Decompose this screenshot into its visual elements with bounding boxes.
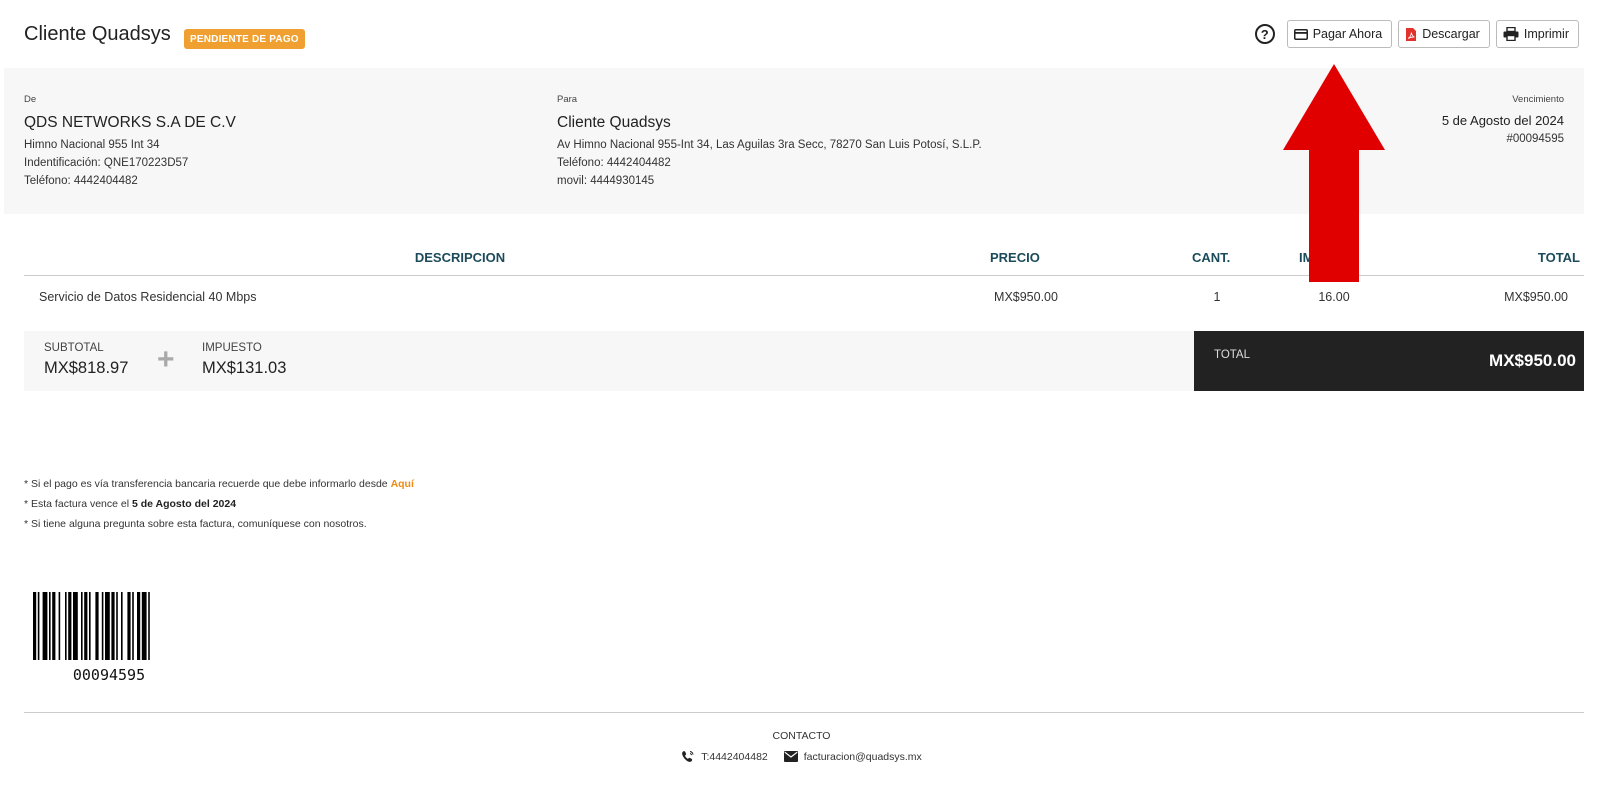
- note-due-text: * Esta factura vence el: [24, 498, 132, 510]
- note-transfer: * Si el pago es vía transferencia bancar…: [24, 474, 414, 494]
- barcode-bar: [33, 592, 37, 660]
- tax-value: MX$131.03: [202, 359, 287, 377]
- client-phone: Teléfono: 4442404482: [557, 157, 671, 169]
- download-label: Descargar: [1422, 27, 1480, 41]
- header-total: TOTAL: [1537, 250, 1580, 265]
- client-mobile: movil: 4444930145: [557, 175, 655, 187]
- grand-total-block: TOTAL MX$950.00: [1194, 331, 1584, 391]
- row-tax: 16.00: [1318, 290, 1350, 304]
- barcode-bar: [52, 592, 56, 660]
- phone-icon: [682, 751, 694, 762]
- barcode: [33, 592, 150, 660]
- due-date: 5 de Agosto del 2024: [1441, 113, 1564, 128]
- barcode-bar: [141, 592, 147, 660]
- barcode-bar: [81, 592, 83, 660]
- issuer-address: Himno Nacional 955 Int 34: [24, 139, 160, 151]
- barcode-bar: [137, 592, 141, 660]
- barcode-bar: [89, 592, 91, 660]
- barcode-bar: [84, 592, 88, 660]
- barcode-bar: [49, 592, 51, 660]
- footer-title: CONTACTO: [772, 730, 831, 742]
- plus-icon: +: [157, 343, 175, 376]
- action-bar: ? Pagar Ahora Descargar Imprimir: [1254, 20, 1579, 48]
- row-total: MX$950.00: [1504, 290, 1568, 304]
- due-label: Vencimiento: [1512, 94, 1564, 105]
- pdf-file-icon: [1406, 27, 1417, 41]
- header-price: PRECIO: [990, 250, 1040, 265]
- tax-label: IMPUESTO: [202, 342, 262, 354]
- issuer-name: QDS NETWORKS S.A DE C.V: [24, 114, 236, 131]
- barcode-bar: [65, 592, 67, 660]
- print-label: Imprimir: [1523, 27, 1569, 41]
- row-price: MX$950.00: [994, 290, 1058, 304]
- issuer-phone: Teléfono: 4442404482: [24, 175, 138, 187]
- arrow-shape: [1283, 64, 1385, 282]
- invoice-number: #00094595: [1506, 133, 1564, 145]
- subtotal-block: SUBTOTAL MX$818.97: [44, 341, 128, 378]
- note-questions: * Si tiene alguna pregunta sobre esta fa…: [24, 518, 367, 530]
- barcode-number: 00094595: [72, 666, 146, 684]
- issuer-id: Indentificación: QNE170223D57: [24, 157, 189, 169]
- envelope-icon: [783, 751, 798, 762]
- footer-contact: T:4442404482 facturacion@quadsys.mx: [0, 750, 1603, 763]
- note-transfer-text: * Si el pago es vía transferencia bancar…: [24, 478, 391, 490]
- contact-phone-text: T:4442404482: [701, 750, 768, 763]
- row-description: Servicio de Datos Residencial 40 Mbps: [39, 290, 257, 304]
- print-button[interactable]: Imprimir: [1495, 20, 1579, 48]
- help-icon[interactable]: ?: [1254, 24, 1275, 44]
- header-description: DESCRIPCION: [414, 250, 506, 265]
- printer-icon: [1503, 27, 1519, 41]
- subtotal-label: SUBTOTAL: [44, 342, 104, 354]
- note-due: * Esta factura vence el 5 de Agosto del …: [24, 494, 414, 514]
- download-button[interactable]: Descargar: [1398, 20, 1490, 48]
- barcode-bar: [73, 592, 78, 660]
- client-name: Cliente Quadsys: [557, 114, 671, 131]
- subtotal-value: MX$818.97: [44, 359, 129, 377]
- credit-card-icon: [1293, 28, 1308, 40]
- client-label: Para: [557, 94, 578, 105]
- barcode-bar: [127, 592, 131, 660]
- invoice-header: Cliente Quadsys PENDIENTE DE PAGO ? Paga…: [24, 20, 1579, 52]
- status-badge: PENDIENTE DE PAGO: [184, 29, 305, 49]
- issuer-info: De QDS NETWORKS S.A DE C.V Himno Naciona…: [24, 94, 236, 190]
- pay-now-button[interactable]: Pagar Ahora: [1286, 20, 1393, 48]
- pay-now-label: Pagar Ahora: [1312, 27, 1383, 41]
- barcode-bar: [42, 592, 48, 660]
- barcode-bar: [111, 592, 115, 660]
- contact-email: facturacion@quadsys.mx: [783, 751, 922, 763]
- due-info: Vencimiento 5 de Agosto del 2024 #000945…: [1442, 94, 1564, 148]
- barcode-bar: [68, 592, 72, 660]
- client-address: Av Himno Nacional 955-Int 34, Las Aguila…: [557, 139, 982, 151]
- invoice-notes: * Si el pago es vía transferencia bancar…: [24, 474, 414, 534]
- barcode-bar: [132, 592, 134, 660]
- barcode-bar: [58, 592, 61, 660]
- page-title: Cliente Quadsys: [24, 23, 171, 45]
- report-payment-link[interactable]: Aquí: [391, 478, 414, 490]
- note-due-date: 5 de Agosto del 2024: [131, 498, 237, 510]
- issuer-label: De: [24, 94, 37, 105]
- row-quantity: 1: [1213, 290, 1221, 304]
- barcode-bar: [95, 592, 99, 660]
- barcode-bar: [105, 592, 110, 660]
- footer-divider: [24, 712, 1584, 713]
- header-quantity: CANT.: [1192, 250, 1231, 265]
- table-row: Servicio de Datos Residencial 40 Mbps MX…: [24, 276, 1584, 318]
- barcode-bar: [37, 592, 40, 660]
- contact-phone: T:4442404482: [681, 750, 768, 763]
- tax-block: IMPUESTO MX$131.03: [202, 341, 286, 378]
- totals-bar: SUBTOTAL MX$818.97 + IMPUESTO MX$131.03 …: [24, 331, 1584, 391]
- grand-total-label: TOTAL: [1214, 349, 1250, 361]
- barcode-bar: [101, 592, 104, 660]
- red-arrow-annotation: [1283, 64, 1385, 282]
- barcode-bar: [121, 592, 123, 660]
- client-info: Para Cliente Quadsys Av Himno Nacional 9…: [557, 94, 982, 190]
- contact-email-text[interactable]: facturacion@quadsys.mx: [804, 751, 922, 763]
- grand-total-value: MX$950.00: [1489, 351, 1576, 370]
- barcode-bar: [116, 592, 118, 660]
- barcode-bar: [148, 592, 150, 660]
